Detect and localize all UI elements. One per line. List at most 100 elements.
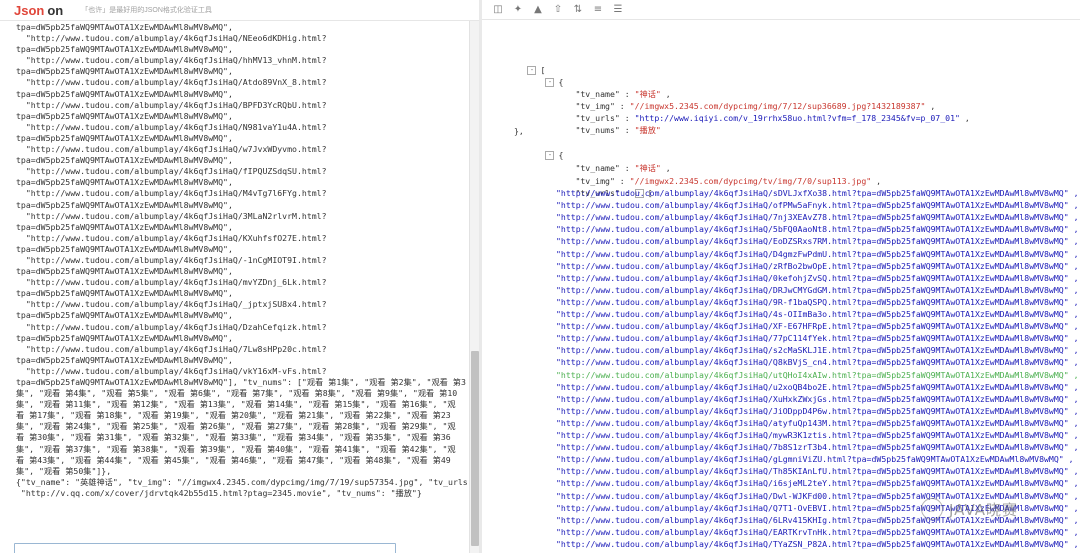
tree-row-obj1-name: "tv_name" : "神话" ,: [575, 89, 671, 99]
url-value[interactable]: "http://www.tudou.com/albumplay/4k6qfJsi…: [556, 527, 1079, 537]
tree-url-item[interactable]: "http://www.tudou.com/albumplay/4k6qfJsi…: [556, 272, 1079, 284]
code-line: 看 第17集", "观看 第18集", "观看 第19集", "观看 第20集"…: [16, 410, 451, 421]
tree-url-item[interactable]: "http://www.tudou.com/albumplay/4k6qfJsi…: [556, 538, 1079, 550]
url-value[interactable]: "http://www.tudou.com/albumplay/4k6qfJsi…: [556, 224, 1079, 234]
code-line: "http://www.tudou.com/albumplay/4k6qfJsi…: [16, 343, 327, 354]
url-value[interactable]: "http://www.tudou.com/albumplay/4k6qfJsi…: [556, 285, 1079, 295]
url-value[interactable]: "http://www.tudou.com/albumplay/4k6qfJsi…: [556, 466, 1079, 476]
app-header: Json on 「也许」是最好用的JSON格式化验证工具: [0, 0, 480, 21]
tree-url-item[interactable]: "http://www.tudou.com/albumplay/4k6qfJsi…: [556, 453, 1074, 465]
upload-icon[interactable]: ⇧: [548, 0, 568, 19]
tree-row-obj1-close: },: [514, 126, 524, 136]
url-value[interactable]: "http://www.tudou.com/albumplay/4k6qfJsi…: [556, 345, 1079, 355]
code-line: "http://www.tudou.com/albumplay/4k6qfJsi…: [16, 277, 327, 288]
json-input-editor[interactable]: tpa=dW5pb25faWQ9MTAwOTA1XzEwMDAwMl8wMV8w…: [0, 21, 469, 553]
url-value[interactable]: "http://www.tudou.com/albumplay/4k6qfJsi…: [556, 249, 1079, 259]
tree-url-item[interactable]: "http://www.tudou.com/albumplay/4k6qfJsi…: [556, 369, 1079, 381]
tree-url-item[interactable]: "http://www.tudou.com/albumplay/4k6qfJsi…: [556, 187, 1079, 199]
tagline: 「也许」是最好用的JSON格式化验证工具: [81, 7, 212, 14]
tree-row-obj2-img: "tv_img" : "//imgwx2.2345.com/dypcimg/tv…: [575, 176, 882, 186]
code-lines: tpa=dW5pb25faWQ9MTAwOTA1XzEwMDAwMl8wMV8w…: [0, 21, 469, 499]
code-line: "http://www.tudou.com/albumplay/4k6qfJsi…: [16, 121, 327, 132]
url-value[interactable]: "http://www.tudou.com/albumplay/4k6qfJsi…: [556, 539, 1079, 549]
url-value[interactable]: "http://www.tudou.com/albumplay/4k6qfJsi…: [556, 321, 1079, 331]
url-value[interactable]: "http://www.tudou.com/albumplay/4k6qfJsi…: [556, 418, 1079, 428]
tree-url-item[interactable]: "http://www.tudou.com/albumplay/4k6qfJsi…: [556, 320, 1079, 332]
expand-icon[interactable]: ☰: [608, 0, 628, 19]
code-line: 看 第43集", "观看 第44集", "观看 第45集", "观看 第46集"…: [16, 454, 451, 465]
url-value[interactable]: "http://www.tudou.com/albumplay/4k6qfJsi…: [556, 333, 1079, 343]
code-line: "http://www.tudou.com/albumplay/4k6qfJsi…: [16, 210, 327, 221]
tree-url-item[interactable]: "http://www.tudou.com/albumplay/4k6qfJsi…: [556, 441, 1079, 453]
url-value[interactable]: "http://www.tudou.com/albumplay/4k6qfJsi…: [556, 309, 1079, 319]
tree-url-item[interactable]: "http://www.tudou.com/albumplay/4k6qfJsi…: [556, 211, 1079, 223]
tree-url-item[interactable]: "http://www.tudou.com/albumplay/4k6qfJsi…: [556, 199, 1079, 211]
active-line-highlight: [14, 543, 396, 553]
url-value[interactable]: "http://www.tudou.com/albumplay/4k6qfJsi…: [556, 297, 1079, 307]
code-line: "http://www.tudou.com/albumplay/4k6qfJsi…: [16, 365, 327, 376]
code-line: 集", "观看 第37集", "观看 第38集", "观看 第39集", "观看…: [16, 443, 456, 454]
compress-icon[interactable]: ≡: [588, 0, 608, 19]
url-value[interactable]: "http://www.tudou.com/albumplay/4k6qfJsi…: [556, 188, 1079, 198]
tree-url-item[interactable]: "http://www.tudou.com/albumplay/4k6qfJsi…: [556, 526, 1079, 538]
url-value[interactable]: "http://www.tudou.com/albumplay/4k6qfJsi…: [556, 478, 1079, 488]
logo-on: on: [47, 2, 64, 18]
url-value[interactable]: "http://www.tudou.com/albumplay/4k6qfJsi…: [556, 382, 1079, 392]
url-value[interactable]: "http://www.tudou.com/albumplay/4k6qfJsi…: [556, 406, 1079, 416]
code-line: tpa=dW5pb25faWQ9MTAwOTA1XzEwMDAwMl8wMV8w…: [16, 377, 466, 387]
tree-row-obj2-open: -{: [506, 137, 563, 160]
code-line: tpa=dW5pb25faWQ9MTAwOTA1XzEwMDAwMl8wMV8w…: [16, 88, 233, 99]
tree-row-obj1-img: "tv_img" : "//imgwx5.2345.com/dypcimg/im…: [575, 101, 936, 111]
tree-url-item[interactable]: "http://www.tudou.com/albumplay/4k6qfJsi…: [556, 356, 1079, 368]
tree-url-item[interactable]: "http://www.tudou.com/albumplay/4k6qfJsi…: [556, 381, 1079, 393]
tree-row-obj2-name: "tv_name" : "神话" ,: [575, 163, 671, 173]
url-value[interactable]: "http://www.tudou.com/albumplay/4k6qfJsi…: [556, 212, 1079, 222]
wechat-logo-icon: ○: [921, 498, 943, 520]
tree-url-item[interactable]: "http://www.tudou.com/albumplay/4k6qfJsi…: [556, 308, 1079, 320]
url-value[interactable]: "http://www.tudou.com/albumplay/4k6qfJsi…: [556, 430, 1079, 440]
tree-url-item[interactable]: "http://www.tudou.com/albumplay/4k6qfJsi…: [556, 417, 1079, 429]
tree-url-item[interactable]: "http://www.tudou.com/albumplay/4k6qfJsi…: [556, 332, 1079, 344]
json-tree-viewer: ◫ ✦ ▲ ⇧ ⇅ ≡ ☰ -[ -{ "tv_name" : "神话" , "…: [482, 0, 1080, 553]
code-line: 看 第30集", "观看 第31集", "观看 第32集", "观看 第33集"…: [16, 432, 451, 443]
url-value[interactable]: "http://www.tudou.com/albumplay/4k6qfJsi…: [556, 273, 1079, 283]
tree-url-item[interactable]: "http://www.tudou.com/albumplay/4k6qfJsi…: [556, 429, 1079, 441]
url-value[interactable]: "http://www.tudou.com/albumplay/4k6qfJsi…: [556, 370, 1079, 380]
url-value[interactable]: "http://www.tudou.com/albumplay/4k6qfJsi…: [556, 394, 1079, 404]
tree-url-item[interactable]: "http://www.tudou.com/albumplay/4k6qfJsi…: [556, 296, 1079, 308]
code-line: "http://www.tudou.com/albumplay/4k6qfJsi…: [16, 232, 327, 243]
url-value[interactable]: "http://www.tudou.com/albumplay/4k6qfJsi…: [556, 236, 1079, 246]
tree-row-obj1-nums: "tv_nums" : "播放": [575, 125, 661, 135]
url-value[interactable]: "http://www.tudou.com/albumplay/4k6qfJsi…: [556, 261, 1079, 271]
code-line: "http://www.tudou.com/albumplay/4k6qfJsi…: [16, 55, 327, 66]
url-value[interactable]: "http://www.tudou.com/albumplay/4k6qfJsi…: [556, 200, 1079, 210]
tree-url-item[interactable]: "http://www.tudou.com/albumplay/4k6qfJsi…: [556, 405, 1079, 417]
tree-url-item[interactable]: "http://www.tudou.com/albumplay/4k6qfJsi…: [556, 223, 1079, 235]
tree-url-item[interactable]: "http://www.tudou.com/albumplay/4k6qfJsi…: [556, 284, 1079, 296]
database-icon[interactable]: ◫: [488, 0, 508, 19]
code-line: tpa=dW5pb25faWQ9MTAwOTA1XzEwMDAwMl8wMV8w…: [16, 177, 233, 188]
tree-url-item[interactable]: "http://www.tudou.com/albumplay/4k6qfJsi…: [556, 477, 1079, 489]
tree-url-item[interactable]: "http://www.tudou.com/albumplay/4k6qfJsi…: [556, 235, 1079, 247]
logo-json: Json: [14, 2, 45, 18]
magic-wand-icon[interactable]: ✦: [508, 0, 528, 19]
logo[interactable]: Json on: [0, 3, 63, 18]
tree-row-obj1-urls: "tv_urls" : "http://www.iqiyi.com/v_19rr…: [575, 113, 970, 123]
url-value[interactable]: "http://www.tudou.com/albumplay/4k6qfJsi…: [556, 442, 1079, 452]
tree-url-item[interactable]: "http://www.tudou.com/albumplay/4k6qfJsi…: [556, 393, 1079, 405]
tree-url-item[interactable]: "http://www.tudou.com/albumplay/4k6qfJsi…: [556, 260, 1079, 272]
sort-icon[interactable]: ⇅: [568, 0, 588, 19]
code-line: {"tv_name": "英雄神话", "tv_img": "//imgwx4.…: [16, 476, 469, 487]
editor-scrollbar-thumb[interactable]: [471, 351, 479, 546]
code-line: "http://www.tudou.com/albumplay/4k6qfJsi…: [16, 166, 327, 177]
code-line: tpa=dW5pb25faWQ9MTAwOTA1XzEwMDAwMl8wMV8w…: [16, 155, 233, 166]
url-value[interactable]: "http://www.tudou.com/albumplay/4k6qfJsi…: [556, 357, 1079, 367]
code-line: tpa=dW5pb25faWQ9MTAwOTA1XzEwMDAwMl8wMV8w…: [16, 288, 233, 299]
code-line: tpa=dW5pb25faWQ9MTAwOTA1XzEwMDAwMl8wMV8w…: [16, 66, 233, 77]
tree-url-item[interactable]: "http://www.tudou.com/albumplay/4k6qfJsi…: [556, 465, 1079, 477]
tree-url-item[interactable]: "http://www.tudou.com/albumplay/4k6qfJsi…: [556, 248, 1079, 260]
clear-icon[interactable]: ▲: [528, 0, 548, 19]
url-value[interactable]: "http://www.tudou.com/albumplay/4k6qfJsi…: [556, 454, 1074, 464]
code-line: tpa=dW5pb25faWQ9MTAwOTA1XzEwMDAwMl8wMV8w…: [16, 266, 233, 277]
tree-url-item[interactable]: "http://www.tudou.com/albumplay/4k6qfJsi…: [556, 344, 1079, 356]
